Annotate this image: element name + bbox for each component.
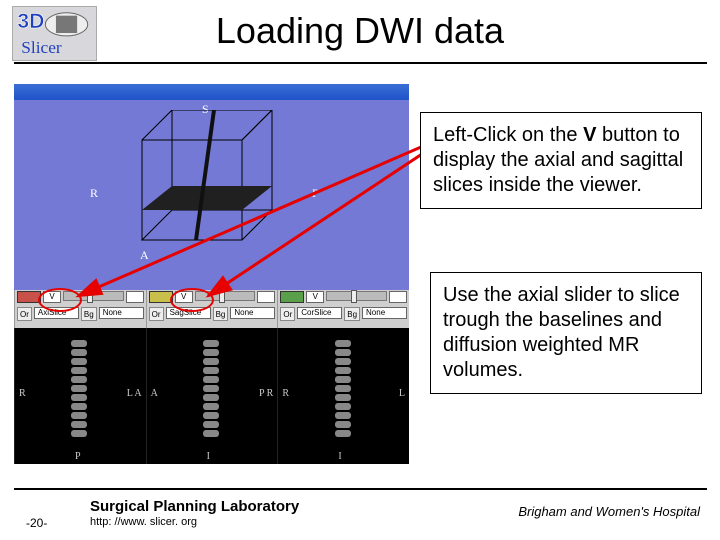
or-dd-cor[interactable]: CorSlice [297, 307, 342, 319]
instruction-box-2: Use the axial slider to slice trough the… [430, 272, 702, 394]
ibox2-text: Use the axial slider to slice trough the… [443, 284, 680, 381]
footer-url: http: //www. slicer. org [90, 516, 197, 528]
bg-btn-s[interactable]: Bg [213, 307, 229, 321]
slice-sagittal: A P R I [146, 328, 278, 464]
v-button-coronal[interactable]: V [306, 291, 324, 303]
slice-num-sag [257, 291, 275, 303]
viewer-3d: S R P A [14, 100, 409, 290]
viewer-screenshot: S R P A V Or AxiSlice Bg [14, 84, 409, 464]
slice-coronal: R L I [277, 328, 409, 464]
instruction-box-1: Left-Click on the V button to display th… [420, 112, 702, 209]
slider-coronal[interactable] [326, 291, 387, 301]
page-number: -20- [26, 516, 47, 530]
or-btn-c[interactable]: Or [280, 307, 295, 321]
bg-btn[interactable]: Bg [81, 307, 97, 321]
header-rule [14, 62, 707, 64]
swatch-sagittal [149, 291, 173, 303]
bg-dd-sag[interactable]: None [230, 307, 275, 319]
footer-lab: Surgical Planning Laboratory [90, 498, 299, 515]
footer-rule [14, 488, 707, 490]
or-btn[interactable]: Or [17, 307, 32, 321]
slice-axial: R L A P [14, 328, 146, 464]
footer-hospital: Brigham and Women's Hospital [518, 504, 700, 519]
bg-dd-cor[interactable]: None [362, 307, 407, 319]
ibox1-v: V [583, 124, 596, 146]
or-btn-s[interactable]: Or [149, 307, 164, 321]
axis-right: P [312, 186, 319, 201]
slice-num-cor [389, 291, 407, 303]
bg-btn-c[interactable]: Bg [344, 307, 360, 321]
slice-views: R L A P A P R I R L I [14, 328, 409, 464]
ibox1-pre: Left-Click on the [433, 124, 583, 146]
axis-left: R [90, 186, 98, 201]
swatch-coronal [280, 291, 304, 303]
page-title: Loading DWI data [0, 10, 720, 52]
slice-num-axial [126, 291, 144, 303]
cube-wireframe [112, 110, 292, 270]
window-titlebar [14, 84, 409, 100]
highlight-ring-1 [38, 288, 82, 312]
slab-coronal: V Or CorSlice Bg None [277, 290, 409, 328]
bg-dd-axial[interactable]: None [99, 307, 144, 319]
highlight-ring-2 [170, 288, 214, 312]
